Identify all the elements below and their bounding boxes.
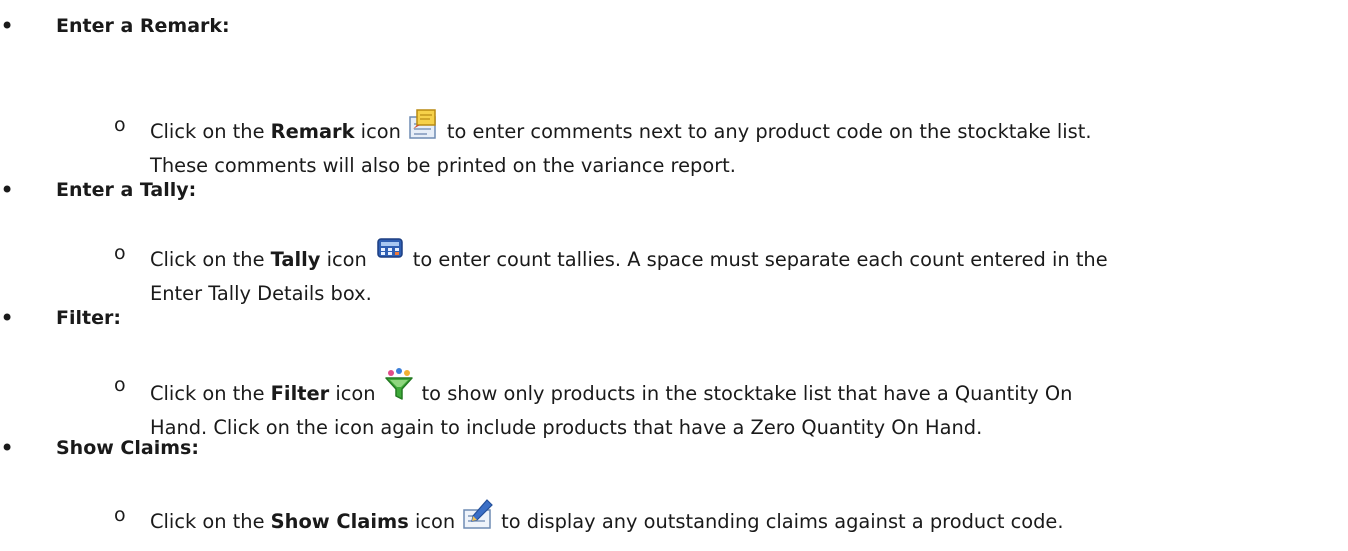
sub-bullet: o (114, 504, 126, 526)
sub-bullet: o (114, 114, 126, 136)
bullet: • (0, 12, 15, 40)
tally-icon (373, 236, 407, 266)
bullet: • (0, 434, 15, 462)
item-description: Click on the Remark icon to enter commen… (150, 108, 1340, 183)
item-bold-term: Tally (270, 248, 321, 271)
item-bold-term: Filter (270, 382, 330, 405)
bullet: • (0, 176, 15, 204)
remark-icon (407, 108, 441, 142)
sub-bullet: o (114, 374, 126, 396)
item-bold-term: Show Claims (270, 510, 409, 533)
item-description: Click on the Tally icon to enter count t… (150, 236, 1340, 311)
sub-bullet: o (114, 242, 126, 264)
bullet: • (0, 304, 15, 332)
item-heading: Enter a Tally: (56, 179, 197, 201)
item-bold-term: Remark (270, 120, 355, 143)
filter-icon (382, 368, 416, 402)
item-description: Click on the Show Claims icon to display… (150, 498, 1340, 539)
item-heading: Filter: (56, 307, 121, 329)
item-heading: Enter a Remark: (56, 15, 230, 37)
show-claims-icon (461, 498, 495, 532)
item-description: Click on the Filter icon to show only pr… (150, 368, 1340, 445)
item-heading: Show Claims: (56, 437, 199, 459)
